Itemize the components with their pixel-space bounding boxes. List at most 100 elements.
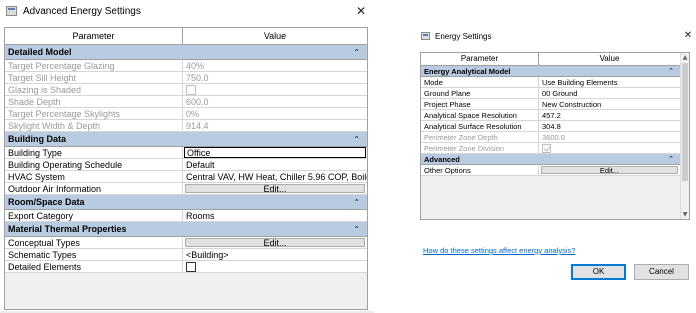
mode-value[interactable]: Use Building Elements xyxy=(539,77,680,87)
close-icon[interactable]: ✕ xyxy=(682,28,694,44)
energy-settings-dialog: Energy Settings ✕ Parameter Value Energy… xyxy=(416,28,696,313)
ok-button[interactable]: OK xyxy=(571,264,626,280)
collapse-chevron-up-icon[interactable]: ⌃ xyxy=(353,225,360,234)
operating-schedule-value[interactable]: Default xyxy=(183,159,367,170)
schematic-types-value[interactable]: <Building> xyxy=(183,249,367,260)
row-hvac-system[interactable]: HVAC System Central VAV, HW Heat, Chille… xyxy=(5,171,367,183)
param-label: Conceptual Types xyxy=(5,237,183,248)
collapse-chevron-up-icon[interactable]: ⌃ xyxy=(353,135,360,144)
dialog-title: Advanced Energy Settings xyxy=(23,5,141,17)
param-label: Target Percentage Glazing xyxy=(5,60,183,71)
param-value: 0% xyxy=(186,108,200,119)
surface-resolution-value[interactable]: 304.8 xyxy=(539,121,680,131)
group-label: Room/Space Data xyxy=(8,197,85,207)
row-project-phase[interactable]: Project Phase New Construction xyxy=(421,99,680,110)
collapse-chevron-up-icon[interactable]: ⌃ xyxy=(353,198,360,207)
param-label: Building Operating Schedule xyxy=(5,159,183,170)
param-value: 914.4 xyxy=(186,120,209,131)
outdoor-air-edit-button[interactable]: Edit... xyxy=(185,184,365,194)
row-building-operating-schedule[interactable]: Building Operating Schedule Default xyxy=(5,159,367,171)
group-label: Building Data xyxy=(8,134,66,144)
param-label: Other Options xyxy=(421,165,539,175)
detailed-elements-checkbox[interactable] xyxy=(186,261,196,272)
param-label: Shade Depth xyxy=(5,96,183,107)
row-mode[interactable]: Mode Use Building Elements xyxy=(421,77,680,88)
building-type-input[interactable]: Office xyxy=(184,147,366,158)
scrollbar-thumb[interactable] xyxy=(682,63,688,181)
help-link[interactable]: How do these settings affect energy anal… xyxy=(423,246,575,255)
titlebar: Energy Settings ✕ xyxy=(416,28,696,44)
row-skylight-width-depth: Skylight Width & Depth 914.4 xyxy=(5,120,367,132)
other-options-edit-button[interactable]: Edit... xyxy=(541,166,678,175)
grid-content: Parameter Value Energy Analytical Model … xyxy=(421,53,680,219)
param-label: Analytical Surface Resolution xyxy=(421,121,539,131)
row-export-category[interactable]: Export Category Rooms xyxy=(5,210,367,222)
group-label: Material Thermal Properties xyxy=(8,224,127,234)
param-label: Perimeter Zone Division xyxy=(421,143,539,153)
row-analytical-space-resolution[interactable]: Analytical Space Resolution 457.2 xyxy=(421,110,680,121)
value-column-header: Value xyxy=(599,54,620,63)
param-label: Project Phase xyxy=(421,99,539,109)
collapse-chevron-up-icon[interactable]: ⌃ xyxy=(668,67,674,75)
row-target-sill-height: Target Sill Height 750.0 xyxy=(5,72,367,84)
properties-grid: Parameter Value Energy Analytical Model … xyxy=(420,52,690,220)
hvac-system-value[interactable]: Central VAV, HW Heat, Chiller 5.96 COP, … xyxy=(183,171,367,182)
param-value: 3600.0 xyxy=(542,132,565,142)
value-column-header: Value xyxy=(263,31,287,41)
cancel-button[interactable]: Cancel xyxy=(634,264,689,280)
collapse-chevron-up-icon[interactable]: ⌃ xyxy=(353,48,360,57)
group-material-thermal-properties[interactable]: Material Thermal Properties ⌃ xyxy=(5,222,367,237)
glazing-shaded-checkbox xyxy=(186,84,196,95)
scroll-down-icon[interactable]: ▼ xyxy=(681,210,689,219)
param-label: HVAC System xyxy=(5,171,183,182)
titlebar: Advanced Energy Settings ✕ xyxy=(0,0,374,22)
param-label: Building Type xyxy=(5,147,183,158)
grid-header: Parameter Value xyxy=(421,53,680,66)
param-label: Target Sill Height xyxy=(5,72,183,83)
group-label: Energy Analytical Model xyxy=(424,66,511,76)
param-label: Detailed Elements xyxy=(5,261,183,272)
group-building-data[interactable]: Building Data ⌃ xyxy=(5,132,367,147)
collapse-chevron-up-icon[interactable]: ⌃ xyxy=(668,155,674,163)
param-label: Skylight Width & Depth xyxy=(5,120,183,131)
row-perimeter-zone-depth: Perimeter Zone Depth 3600.0 xyxy=(421,132,680,143)
close-icon[interactable]: ✕ xyxy=(354,0,368,22)
row-ground-plane[interactable]: Ground Plane 00 Ground xyxy=(421,88,680,99)
scroll-up-icon[interactable]: ▲ xyxy=(681,53,689,62)
row-building-type: Building Type Office xyxy=(5,147,367,159)
param-label: Schematic Types xyxy=(5,249,183,260)
row-outdoor-air-information: Outdoor Air Information Edit... xyxy=(5,183,367,195)
app-icon xyxy=(6,6,17,16)
ground-plane-value[interactable]: 00 Ground xyxy=(539,88,680,98)
row-target-percentage-skylights: Target Percentage Skylights 0% xyxy=(5,108,367,120)
group-energy-analytical-model[interactable]: Energy Analytical Model ⌃ xyxy=(421,66,680,77)
row-conceptual-types: Conceptual Types Edit... xyxy=(5,237,367,249)
row-glazing-is-shaded: Glazing is Shaded xyxy=(5,84,367,96)
param-label: Glazing is Shaded xyxy=(5,84,183,95)
properties-grid: Parameter Value Detailed Model ⌃ Target … xyxy=(4,27,368,310)
parameter-column-header: Parameter xyxy=(5,28,183,44)
group-advanced[interactable]: Advanced ⌃ xyxy=(421,154,680,165)
param-value: 600.0 xyxy=(186,96,209,107)
row-shade-depth: Shade Depth 600.0 xyxy=(5,96,367,108)
param-label: Outdoor Air Information xyxy=(5,183,183,194)
app-icon xyxy=(421,32,430,40)
grid-header: Parameter Value xyxy=(5,28,367,45)
param-label: Target Percentage Skylights xyxy=(5,108,183,119)
row-detailed-elements: Detailed Elements xyxy=(5,261,367,273)
space-resolution-value[interactable]: 457.2 xyxy=(539,110,680,120)
param-label: Analytical Space Resolution xyxy=(421,110,539,120)
param-value: 750.0 xyxy=(186,72,209,83)
export-category-value[interactable]: Rooms xyxy=(183,210,367,221)
group-detailed-model[interactable]: Detailed Model ⌃ xyxy=(5,45,367,60)
row-schematic-types[interactable]: Schematic Types <Building> xyxy=(5,249,367,261)
vertical-scrollbar[interactable]: ▲ ▼ xyxy=(680,53,689,219)
param-label: Ground Plane xyxy=(421,88,539,98)
project-phase-value[interactable]: New Construction xyxy=(539,99,680,109)
advanced-energy-settings-dialog: Advanced Energy Settings ✕ Parameter Val… xyxy=(0,0,374,313)
param-label: Mode xyxy=(421,77,539,87)
row-analytical-surface-resolution[interactable]: Analytical Surface Resolution 304.8 xyxy=(421,121,680,132)
group-label: Detailed Model xyxy=(8,47,72,57)
group-room-space-data[interactable]: Room/Space Data ⌃ xyxy=(5,195,367,210)
conceptual-types-edit-button[interactable]: Edit... xyxy=(185,238,365,248)
